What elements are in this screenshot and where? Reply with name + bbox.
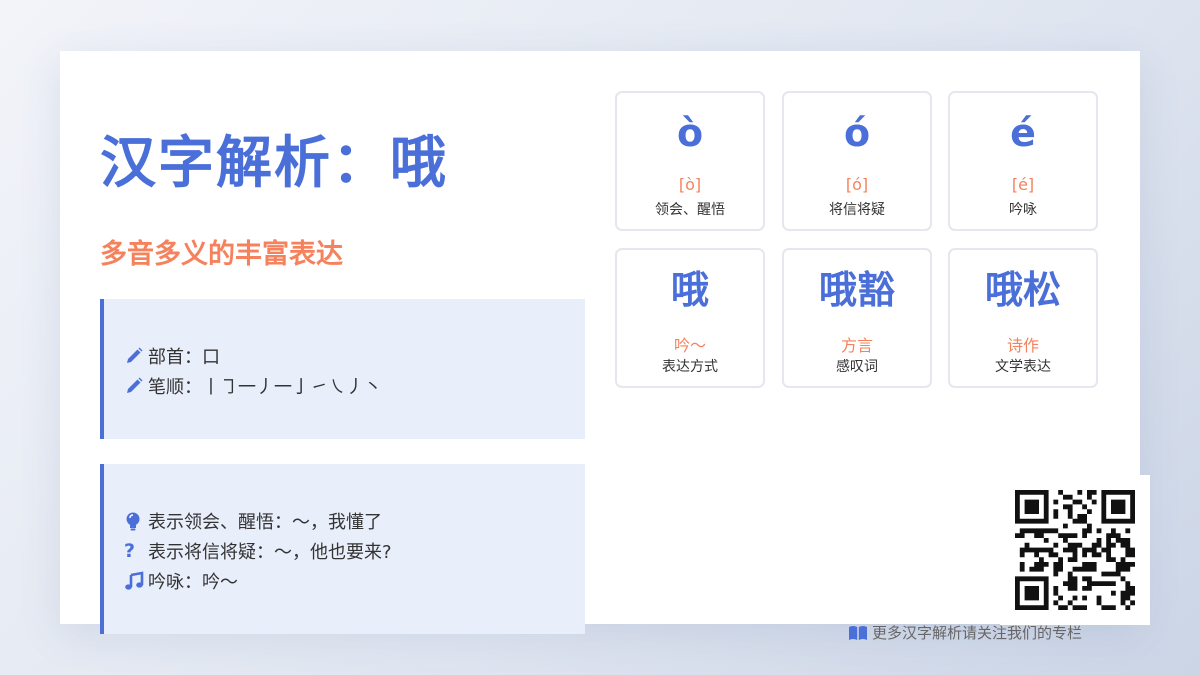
lightbulb-icon	[124, 511, 148, 531]
pronunciation-meaning: 吟咏	[1009, 202, 1037, 218]
radical-line: 部首：口	[124, 341, 585, 371]
pronunciation-card: ó [ó] 将信将疑	[782, 91, 932, 231]
pronunciation-card: é [é] 吟咏	[948, 91, 1098, 231]
word-note: 诗作	[1006, 336, 1039, 355]
pencil-icon	[124, 346, 148, 366]
radical-text: 部首：口	[148, 347, 220, 368]
pronunciation-card: ò [ò] 领会、醒悟	[615, 91, 765, 231]
footer-text: 更多汉字解析请关注我们的专栏	[872, 624, 1083, 642]
word-card: 哦豁 方言 感叹词	[782, 248, 932, 388]
usage-item: ? 表示将信将疑：～，他也要来?	[124, 536, 585, 566]
book-icon	[848, 625, 872, 641]
pronunciation-meaning: 将信将疑	[829, 202, 885, 218]
usage-item: 吟咏：吟～	[124, 566, 585, 596]
music-note-icon	[124, 571, 148, 591]
word-meaning: 表达方式	[662, 359, 718, 375]
footer-note: 更多汉字解析请关注我们的专栏	[848, 622, 1082, 643]
usage-text: 吟咏：吟～	[148, 572, 238, 593]
pronunciation-char: é	[1010, 111, 1036, 155]
pronunciation-pinyin: [é]	[1011, 175, 1035, 194]
word-meaning: 感叹词	[836, 359, 878, 375]
word-meaning: 文学表达	[995, 359, 1051, 375]
pronunciation-char: ó	[843, 111, 871, 155]
page-subtitle: 多音多义的丰富表达	[100, 239, 343, 270]
pronunciation-meaning: 领会、醒悟	[655, 202, 725, 218]
usage-text: 表示领会、醒悟：～，我懂了	[148, 512, 382, 533]
word-text: 哦豁	[818, 268, 895, 312]
usage-text: 表示将信将疑：～，他也要来?	[148, 542, 392, 563]
word-text: 哦	[670, 268, 709, 312]
word-note: 吟～	[673, 336, 706, 355]
basic-info-panel: 部首：口 笔顺：丨㇆一丿一亅㇀㇏丿丶	[100, 299, 585, 439]
word-card: 哦 吟～ 表达方式	[615, 248, 765, 388]
usage-item: 表示领会、醒悟：～，我懂了	[124, 506, 585, 536]
page-title: 汉字解析：哦	[100, 131, 448, 196]
word-text: 哦松	[984, 268, 1061, 312]
word-card: 哦松 诗作 文学表达	[948, 248, 1098, 388]
pencil-icon	[124, 376, 148, 396]
stroke-order-text: 笔顺：丨㇆一丿一亅㇀㇏丿丶	[148, 377, 382, 398]
stroke-order-line: 笔顺：丨㇆一丿一亅㇀㇏丿丶	[124, 371, 585, 401]
pronunciation-pinyin: [ó]	[845, 175, 869, 194]
question-icon: ?	[124, 540, 136, 562]
qr-modules	[1015, 490, 1135, 610]
usage-panel: 表示领会、醒悟：～，我懂了 ? 表示将信将疑：～，他也要来? 吟咏：吟～	[100, 464, 585, 634]
word-note: 方言	[840, 336, 873, 355]
pronunciation-char: ò	[676, 111, 704, 155]
qr-code-image	[1015, 490, 1135, 610]
qr-code[interactable]	[1000, 475, 1150, 625]
pronunciation-pinyin: [ò]	[678, 175, 702, 194]
